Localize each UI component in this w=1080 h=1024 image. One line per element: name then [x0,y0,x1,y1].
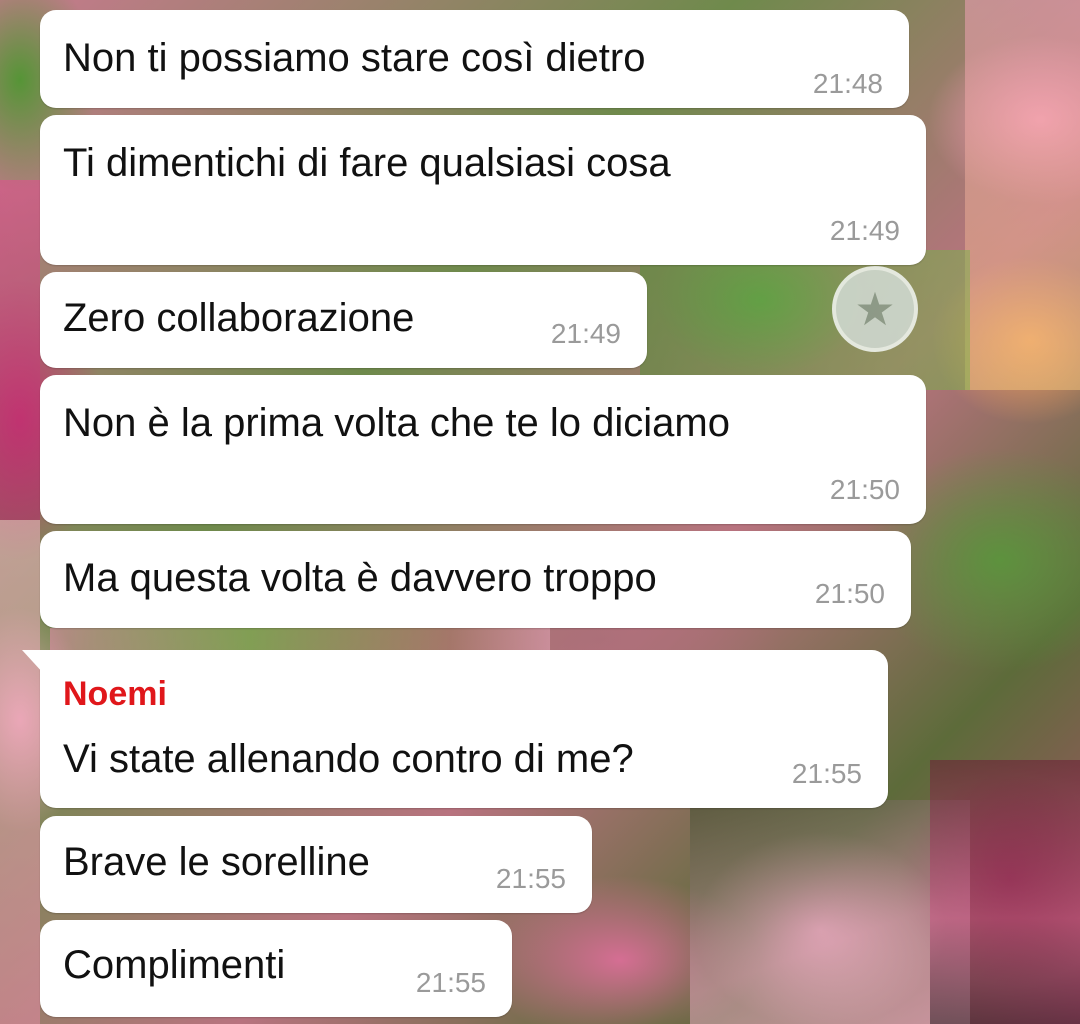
wallpaper-tile [0,180,40,520]
message-text: Non ti possiamo stare così dietro [63,36,646,80]
message-bubble[interactable]: Complimenti 21:55 [40,920,512,1017]
wallpaper-tile [965,0,1080,390]
wallpaper-tile [930,760,1080,1024]
message-tail [22,650,44,674]
message-bubble[interactable]: Non è la prima volta che te lo diciamo 2… [40,375,926,524]
message-text: Ma questa volta è davvero troppo [63,556,657,600]
wallpaper-tile [640,250,970,390]
message-timestamp: 21:48 [812,68,883,99]
message-timestamp: 21:49 [829,215,900,246]
message-timestamp: 21:49 [550,318,621,349]
message-timestamp: 21:50 [829,474,900,505]
message-text: Non è la prima volta che te lo diciamo [63,401,730,445]
message-timestamp: 21:55 [791,758,862,789]
star-icon: ★ [832,266,918,352]
message-bubble[interactable]: Zero collaborazione 21:49 [40,272,647,368]
message-bubble[interactable]: Noemi Vi state allenando contro di me? 2… [22,650,888,808]
message-timestamp: 21:50 [814,578,885,609]
message-text: Complimenti [63,943,286,987]
wallpaper-tile [50,628,550,650]
message-bubble[interactable]: Ti dimentichi di fare qualsiasi cosa 21:… [40,115,926,265]
message-text: Ti dimentichi di fare qualsiasi cosa [63,141,671,185]
message-bubble[interactable]: Brave le sorelline 21:55 [40,816,592,913]
wallpaper-tile [0,520,40,1024]
message-timestamp: 21:55 [495,863,566,894]
message-bubble[interactable]: Non ti possiamo stare così dietro 21:48 [40,10,909,108]
message-bubble[interactable]: Ma questa volta è davvero troppo 21:50 [40,531,911,628]
wallpaper-tile [690,800,970,1024]
message-text: Vi state allenando contro di me? [63,737,634,781]
message-text: Brave le sorelline [63,840,370,884]
message-text: Zero collaborazione [63,296,415,340]
message-timestamp: 21:55 [415,967,486,998]
sender-name[interactable]: Noemi [63,674,167,714]
